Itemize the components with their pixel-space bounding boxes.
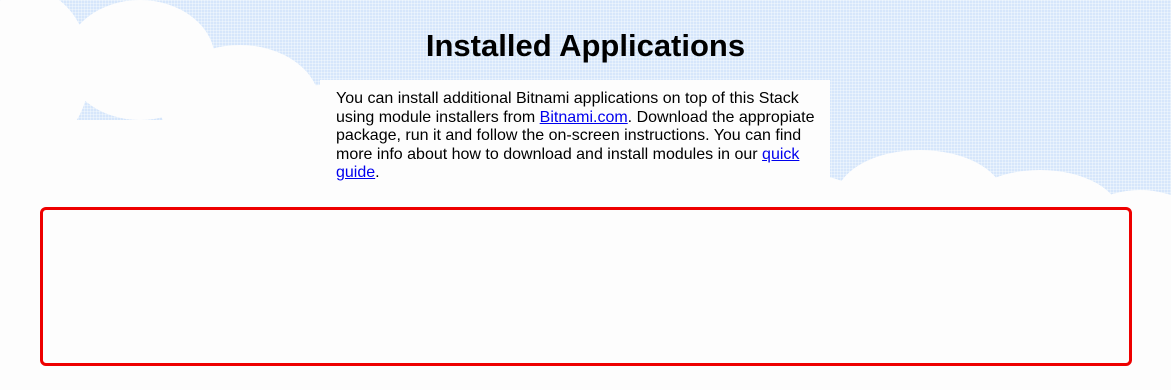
intro-text-3: . <box>375 164 380 181</box>
bitnami-link[interactable]: Bitnami.com <box>540 109 628 126</box>
intro-paragraph: You can install additional Bitnami appli… <box>336 90 818 183</box>
page-title: Installed Applications <box>425 28 746 63</box>
page: Installed Applications You can install a… <box>0 0 1171 390</box>
applications-highlight-box <box>40 207 1132 366</box>
